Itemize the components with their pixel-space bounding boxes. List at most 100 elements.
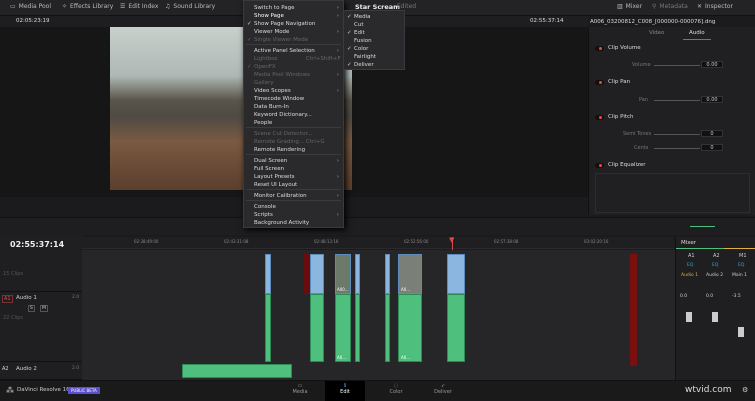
fader-handle[interactable] [712, 312, 718, 322]
volume-slider[interactable] [690, 226, 715, 227]
menu-item[interactable]: Active Panel Selection [254, 48, 315, 54]
mixer-icon: ▥ [617, 3, 623, 10]
menu-item[interactable]: Data Burn-In [254, 104, 289, 110]
timeline-ruler[interactable]: 02:38:49:00 02:43:31:08 02:48:13:16 02:5… [82, 237, 674, 249]
clip-pan-header[interactable]: Clip Pan [595, 79, 630, 85]
fader-handle[interactable] [686, 312, 692, 322]
toggle[interactable] [595, 162, 604, 168]
menu-item[interactable]: People [254, 120, 272, 126]
page-media[interactable]: ▭ Media [280, 381, 320, 401]
toggle[interactable] [595, 114, 604, 120]
submenu-item[interactable]: Deliver [354, 62, 374, 68]
tab-audio[interactable]: Audio [683, 30, 711, 40]
fader-handle[interactable] [738, 327, 744, 337]
chevron-right-icon: › [336, 72, 339, 78]
inspector-icon: ✕ [697, 3, 703, 10]
menu-item[interactable]: Scripts [254, 212, 273, 218]
menu-item[interactable]: Reset UI Layout [254, 182, 297, 188]
menu-item[interactable]: Single Viewer Mode [254, 37, 308, 43]
menu-item[interactable]: Remote Grading... [254, 139, 304, 145]
eq-button[interactable]: EQ [687, 263, 693, 268]
clip-volume-header[interactable]: Clip Volume [595, 45, 641, 51]
solo-button[interactable]: S [28, 305, 35, 312]
page-edit[interactable]: ⫴ Edit [325, 381, 365, 401]
track-id[interactable]: A2 [2, 366, 9, 372]
edit-index-button[interactable]: ☰ Edit Index [120, 3, 158, 10]
volume-slider[interactable] [654, 65, 700, 66]
audio-clip[interactable] [355, 294, 360, 362]
mute-button[interactable]: M [40, 305, 48, 312]
menu-item[interactable]: Gallery [254, 80, 274, 86]
video-clip[interactable] [385, 254, 390, 294]
playhead-marker-icon[interactable]: ▼ [449, 236, 454, 244]
audio-clip[interactable]: A0... [335, 294, 351, 362]
gear-icon[interactable]: ⚙ [742, 386, 748, 394]
video-clip[interactable] [355, 254, 360, 294]
audio-clip[interactable] [385, 294, 390, 362]
metadata-button[interactable]: ⚲ Metadata [652, 3, 688, 10]
menu-item[interactable]: Remote Rendering [254, 147, 305, 153]
page-color[interactable]: ◌ Color [376, 381, 416, 401]
submenu-item[interactable]: Media [354, 14, 371, 20]
menu-item[interactable]: Full Screen [254, 166, 284, 172]
inspector-button[interactable]: ✕ Inspector [697, 3, 733, 10]
audio-clip[interactable]: A0... [398, 294, 422, 362]
submenu-item[interactable]: Cut [354, 22, 363, 28]
tab-video[interactable]: Video [649, 30, 664, 36]
clip-count: 22 Clips [3, 315, 23, 321]
menu-item[interactable]: Scene Cut Detector... [254, 131, 312, 137]
volume-value[interactable]: 0.00 [701, 61, 723, 68]
channel-id: A2 [713, 253, 720, 259]
clip-pitch-header[interactable]: Clip Pitch [595, 114, 634, 120]
audio-clip[interactable] [310, 294, 324, 362]
watermark: wtvid.com [685, 385, 732, 395]
menu-item[interactable]: Layout Presets [254, 174, 294, 180]
toggle[interactable] [595, 79, 604, 85]
menu-item[interactable]: Video Scopes [254, 88, 291, 94]
page-deliver[interactable]: ➶ Deliver [423, 381, 463, 401]
submenu-item[interactable]: Color [354, 46, 368, 52]
menu-item[interactable]: OpenFX [254, 64, 276, 70]
effects-library-button[interactable]: ✧ Effects Library [62, 3, 113, 10]
toggle[interactable] [595, 45, 604, 51]
menu-item[interactable]: Media Pool Windows [254, 72, 310, 78]
media-pool-button[interactable]: ▭ Media Pool [10, 3, 51, 10]
pan-slider[interactable] [654, 100, 700, 101]
track-id[interactable]: A1 [2, 295, 13, 303]
menu-item[interactable]: Viewer Mode [254, 29, 289, 35]
semitones-slider[interactable] [654, 134, 700, 135]
timeline-tracks[interactable]: A00... A0... A0... A0... [82, 250, 675, 380]
chevron-right-icon: › [336, 29, 339, 35]
menu-item[interactable]: Show Page [254, 13, 284, 19]
timecode-box: 02:55:37:14 [0, 235, 82, 257]
submenu-item[interactable]: Fusion [354, 38, 372, 44]
semitones-value[interactable]: 0 [701, 130, 723, 137]
menu-item[interactable]: Monitor Calibration [254, 193, 307, 199]
submenu-item[interactable]: Fairlight [354, 54, 376, 60]
menu-item[interactable]: Switch to Page [254, 5, 295, 11]
menu-item[interactable]: Show Page Navigation [254, 21, 315, 27]
menu-item[interactable]: Console [254, 204, 276, 210]
clip-equalizer-header[interactable]: Clip Equalizer [595, 162, 646, 168]
menu-item[interactable]: Background Activity [254, 220, 309, 226]
submenu-item[interactable]: Edit [354, 30, 365, 36]
eq-button[interactable]: EQ [738, 263, 744, 268]
sound-library-button[interactable]: ♫ Sound Library [165, 3, 215, 10]
audio-clip[interactable] [447, 294, 465, 362]
pan-value[interactable]: 0.00 [701, 96, 723, 103]
cents-slider[interactable] [654, 148, 700, 149]
video-clip[interactable]: A0... [398, 254, 422, 294]
menu-item[interactable]: Dual Screen [254, 158, 287, 164]
video-clip[interactable] [447, 254, 465, 294]
mixer-button[interactable]: ▥ Mixer [617, 3, 642, 10]
video-clip[interactable]: A00... [335, 254, 351, 294]
audio-clip[interactable] [265, 294, 271, 362]
video-clip[interactable] [265, 254, 271, 294]
cents-value[interactable]: 0 [701, 144, 723, 151]
audio-clip[interactable] [182, 364, 292, 378]
menu-item[interactable]: Keyword Dictionary... [254, 112, 312, 118]
menu-item[interactable]: Timecode Window [254, 96, 304, 102]
eq-button[interactable]: EQ [712, 263, 718, 268]
menu-item[interactable]: Lightbox [254, 56, 278, 62]
video-clip[interactable] [310, 254, 324, 294]
